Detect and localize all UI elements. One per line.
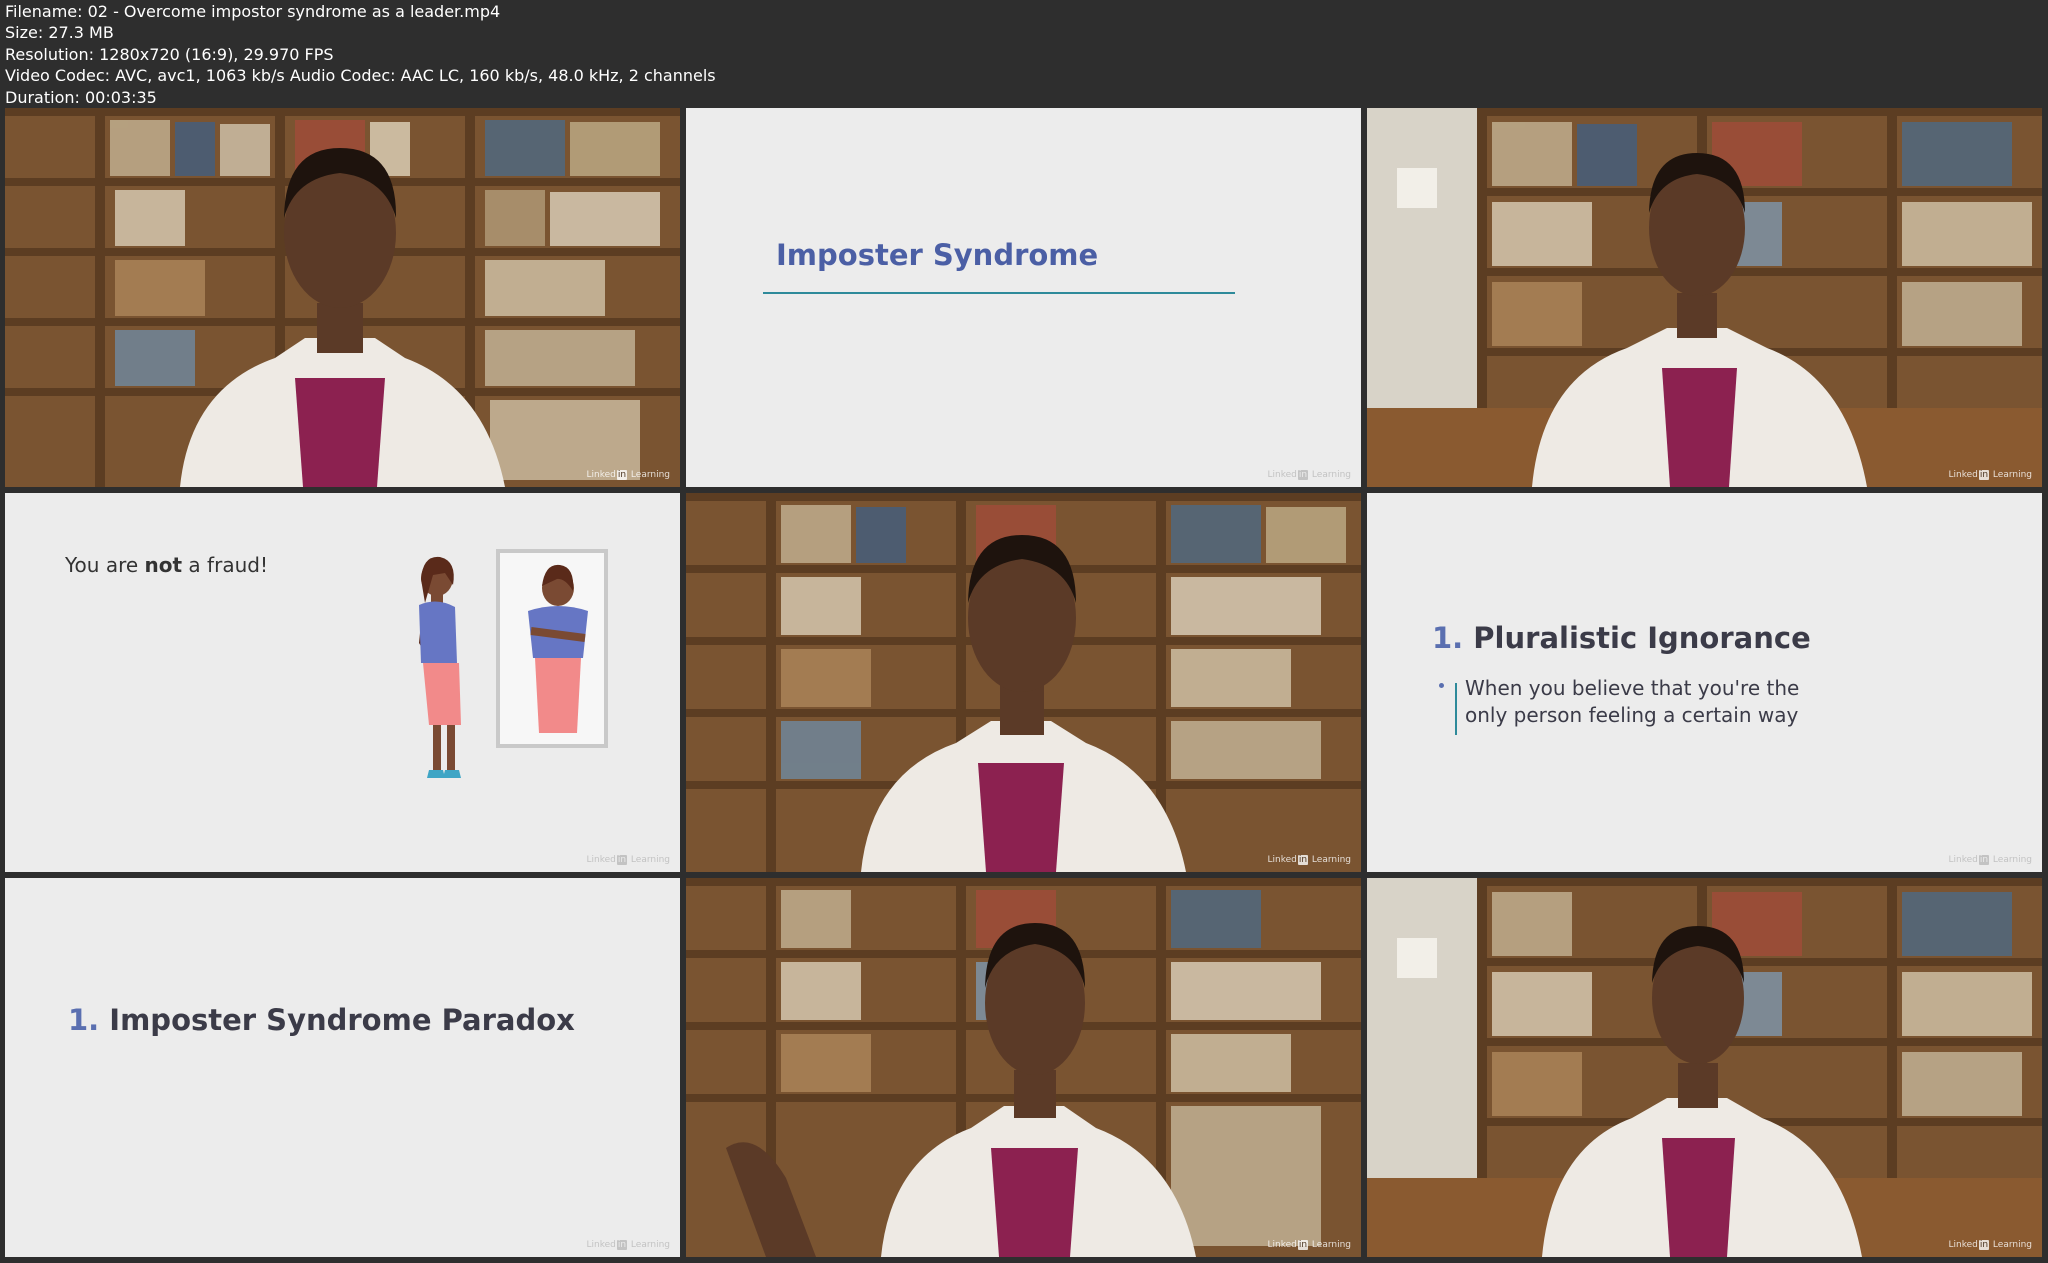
linkedin-learning-watermark: Linked in Learning bbox=[1948, 855, 2032, 865]
linkedin-learning-watermark: Linked in Learning bbox=[1948, 1240, 2032, 1250]
linkedin-learning-watermark: Linked in Learning bbox=[586, 1240, 670, 1250]
slide-title: Imposter Syndrome bbox=[776, 238, 1099, 272]
thumbnail-4-slide-not-a-fraud: You are not a fraud! Linked in Learning bbox=[5, 493, 680, 872]
thumbnail-6-slide-pluralistic-ignorance: 1. Pluralistic Ignorance When you believ… bbox=[1367, 493, 2042, 872]
thumbnail-grid: Linked in Learning Imposter Syndrome Link… bbox=[0, 0, 2048, 1263]
thumbnail-1-speaker: Linked in Learning bbox=[5, 108, 680, 487]
linkedin-learning-watermark: Linked in Learning bbox=[586, 470, 670, 480]
title-underline bbox=[763, 292, 1235, 294]
thumbnail-9-speaker: Linked in Learning bbox=[1367, 878, 2042, 1257]
speaker-frame-image bbox=[686, 493, 1361, 872]
speaker-frame-image bbox=[1367, 878, 2042, 1257]
linkedin-learning-watermark: Linked in Learning bbox=[1267, 1240, 1351, 1250]
speaker-frame-image bbox=[686, 878, 1361, 1257]
thumbnail-2-slide-imposter-syndrome: Imposter Syndrome Linked in Learning bbox=[686, 108, 1361, 487]
linkedin-learning-watermark: Linked in Learning bbox=[1267, 470, 1351, 480]
woman-mirror-illustration bbox=[419, 549, 608, 778]
bullet-text: When you believe that you're the only pe… bbox=[1465, 676, 1800, 727]
linkedin-learning-watermark: Linked in Learning bbox=[1267, 855, 1351, 865]
linkedin-learning-watermark: Linked in Learning bbox=[586, 855, 670, 865]
thumbnail-8-speaker: Linked in Learning bbox=[686, 878, 1361, 1257]
bullet-dot bbox=[1439, 683, 1444, 688]
thumbnail-7-slide-imposter-syndrome-paradox: 1. Imposter Syndrome Paradox Linked in Le… bbox=[5, 878, 680, 1257]
linkedin-learning-watermark: Linked in Learning bbox=[1948, 470, 2032, 480]
thumbnail-5-speaker: Linked in Learning bbox=[686, 493, 1361, 872]
bullet-bar bbox=[1455, 683, 1457, 735]
slide-heading: 1. Pluralistic Ignorance bbox=[1432, 621, 1811, 655]
thumbnail-3-speaker: Linked in Learning bbox=[1367, 108, 2042, 487]
speaker-frame-image bbox=[5, 108, 680, 487]
slide-heading: 1. Imposter Syndrome Paradox bbox=[68, 1003, 575, 1037]
speaker-frame-image bbox=[1367, 108, 2042, 487]
